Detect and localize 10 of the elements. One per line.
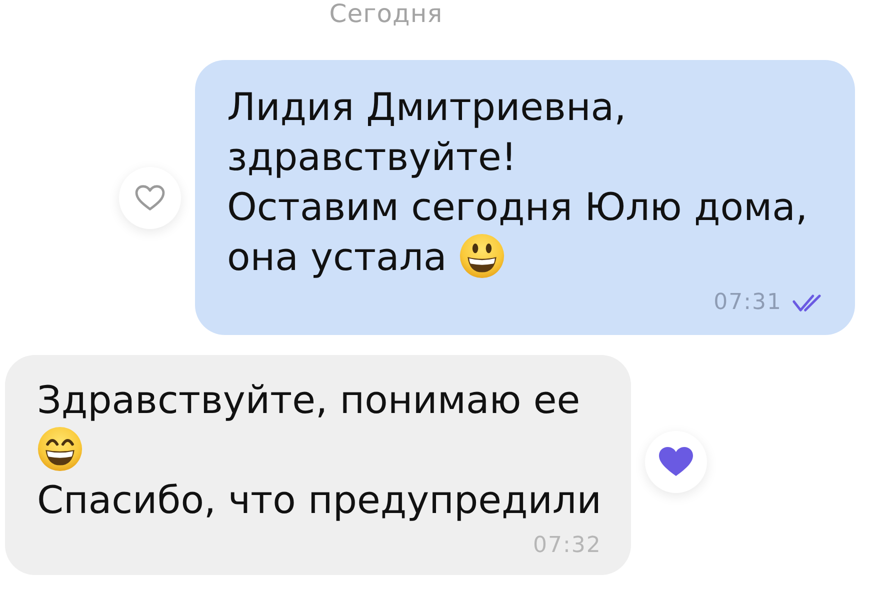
message-time: 07:31 <box>714 290 782 316</box>
message-text: Спасибо, что предупредили <box>37 478 602 522</box>
message-text: она устала <box>227 235 447 279</box>
smiley-emoji-icon <box>458 233 505 279</box>
date-separator: Сегодня <box>329 0 443 28</box>
message-text: Лидия Дмитриевна, здравствуйте! <box>227 85 626 179</box>
grinning-emoji-icon <box>37 426 83 472</box>
message-time: 07:32 <box>533 533 602 559</box>
message-text: Здравствуйте, понимаю ее <box>37 378 580 422</box>
message-text: Оставим сегодня Юлю дома, <box>227 185 808 229</box>
